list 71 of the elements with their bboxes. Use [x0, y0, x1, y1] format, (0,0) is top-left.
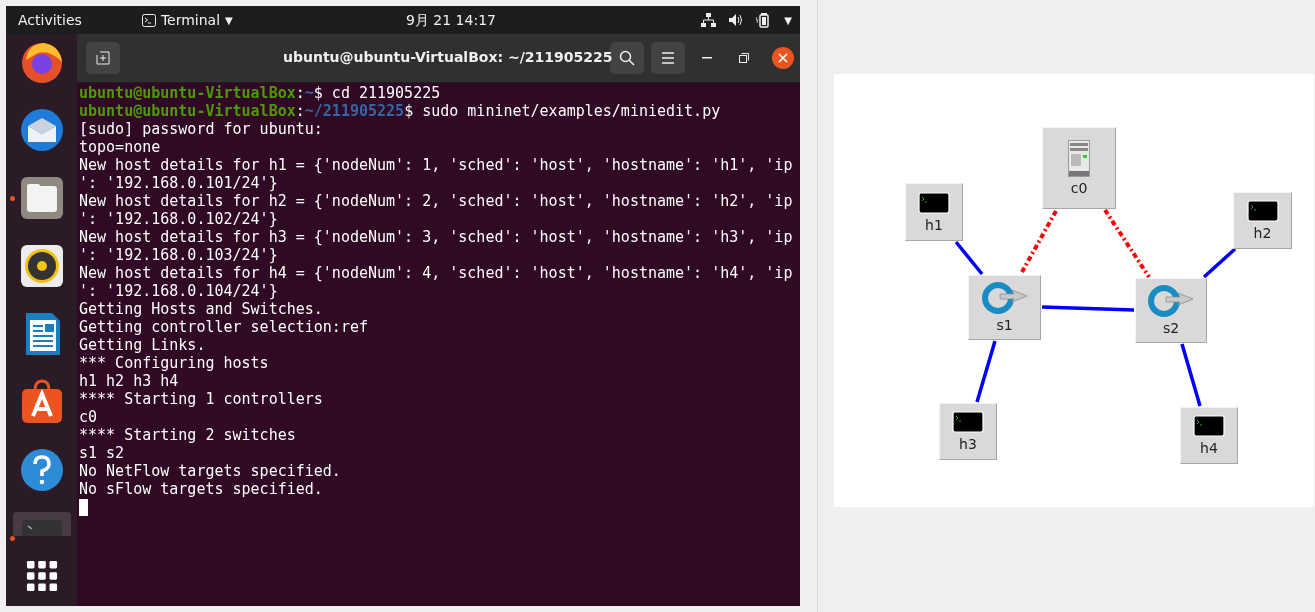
terminal-line: Getting Links. — [79, 336, 206, 354]
controller-link[interactable] — [1020, 210, 1058, 273]
switch-icon — [1148, 285, 1194, 317]
controller-link[interactable] — [1103, 208, 1151, 279]
maximize-icon — [739, 53, 749, 63]
host-node[interactable]: h2 — [1233, 192, 1292, 249]
host-node[interactable]: h3 — [939, 403, 997, 460]
controller-node[interactable]: c0 — [1042, 127, 1116, 209]
link-line[interactable] — [1180, 343, 1202, 407]
terminal-icon — [1246, 200, 1279, 222]
network-icon[interactable] — [701, 13, 717, 27]
terminal-icon — [141, 13, 156, 27]
window-title: ubuntu@ubuntu-VirtualBox: ~/211905225 — [283, 49, 613, 65]
terminal-line: s1 s2 — [79, 444, 125, 462]
terminal-line: ': '192.168.0.101/24'} — [79, 174, 278, 192]
terminal-icon — [1193, 415, 1225, 437]
node-label: h3 — [959, 436, 977, 452]
search-icon — [619, 50, 635, 66]
terminal-line: New host details for h2 = {'nodeNum': 2, 'sched': 'host', 'hostname': 'h2', 'ip — [79, 192, 793, 210]
system-menu-caret[interactable]: ▼ — [784, 14, 792, 26]
terminal-line: ': '192.168.0.102/24'} — [79, 210, 278, 228]
terminal-line: New host details for h4 = {'nodeNum': 4, 'sched': 'host', 'hostname': 'h4', 'ip — [79, 264, 793, 282]
terminal-line: **** Starting 2 switches — [79, 426, 296, 444]
link-line[interactable] — [975, 340, 997, 403]
node-label: c0 — [1070, 180, 1088, 196]
node-label: h4 — [1200, 440, 1218, 456]
node-label: s2 — [1162, 320, 1180, 336]
new-tab-icon — [96, 51, 110, 65]
terminal-line: ': '192.168.0.103/24'} — [79, 246, 278, 264]
terminal-line: c0 — [79, 408, 98, 426]
node-label: s1 — [996, 317, 1013, 333]
switch-icon — [981, 282, 1028, 314]
app-grid-icon[interactable] — [25, 560, 58, 592]
link-line[interactable] — [954, 240, 984, 276]
terminal-line: ubuntu@ubuntu-VirtualBox:~$ cd 211905225 — [79, 84, 441, 102]
terminal-line: **** Starting 1 controllers — [79, 390, 323, 408]
terminal-icon — [952, 411, 984, 433]
terminal-line: Getting controller selection:ref — [79, 318, 368, 336]
activities-button[interactable]: Activities — [18, 12, 82, 28]
host-node[interactable]: h1 — [905, 183, 963, 241]
menu-button[interactable] — [651, 42, 685, 74]
clock[interactable]: 9月 21 14:17 — [406, 12, 496, 30]
volume-icon[interactable] — [728, 13, 745, 27]
server-icon — [1068, 140, 1090, 177]
link-line[interactable] — [1041, 305, 1135, 312]
link-line[interactable] — [1202, 247, 1237, 279]
host-node[interactable]: h4 — [1180, 407, 1238, 464]
terminal-line: No NetFlow targets specified. — [79, 462, 341, 480]
app-menu[interactable]: Terminal ▼ — [141, 12, 233, 28]
terminal-line: Getting Hosts and Switches. — [79, 300, 323, 318]
switch-node[interactable]: s1 — [968, 275, 1041, 340]
text-cursor — [79, 499, 88, 516]
switch-node[interactable]: s2 — [1135, 278, 1207, 343]
search-button[interactable] — [610, 42, 644, 74]
menu-icon — [661, 52, 675, 64]
new-tab-button[interactable] — [86, 42, 120, 74]
terminal-line: h1 h2 h3 h4 — [79, 372, 179, 390]
terminal-line: ubuntu@ubuntu-VirtualBox:~/211905225$ sudo mininet/examples/miniedit.py — [79, 102, 721, 120]
terminal-line: *** Configuring hosts — [79, 354, 269, 372]
terminal-line: New host details for h1 = {'nodeNum': 1, 'sched': 'host', 'hostname': 'h1', 'ip — [79, 156, 793, 174]
terminal-line: [sudo] password for ubuntu: — [79, 120, 323, 138]
node-label: h1 — [925, 216, 943, 233]
close-icon — [778, 53, 788, 63]
minimize-icon — [702, 57, 712, 59]
terminal-line: topo=none — [79, 138, 161, 156]
close-button[interactable] — [772, 47, 794, 69]
terminal-line: No sFlow targets specified. — [79, 480, 323, 498]
node-label: h2 — [1253, 225, 1272, 241]
terminal-line: ': '192.168.0.104/24'} — [79, 282, 278, 300]
terminal-line: New host details for h3 = {'nodeNum': 3, 'sched': 'host', 'hostname': 'h3', 'ip — [79, 228, 793, 246]
terminal-icon — [918, 191, 950, 214]
